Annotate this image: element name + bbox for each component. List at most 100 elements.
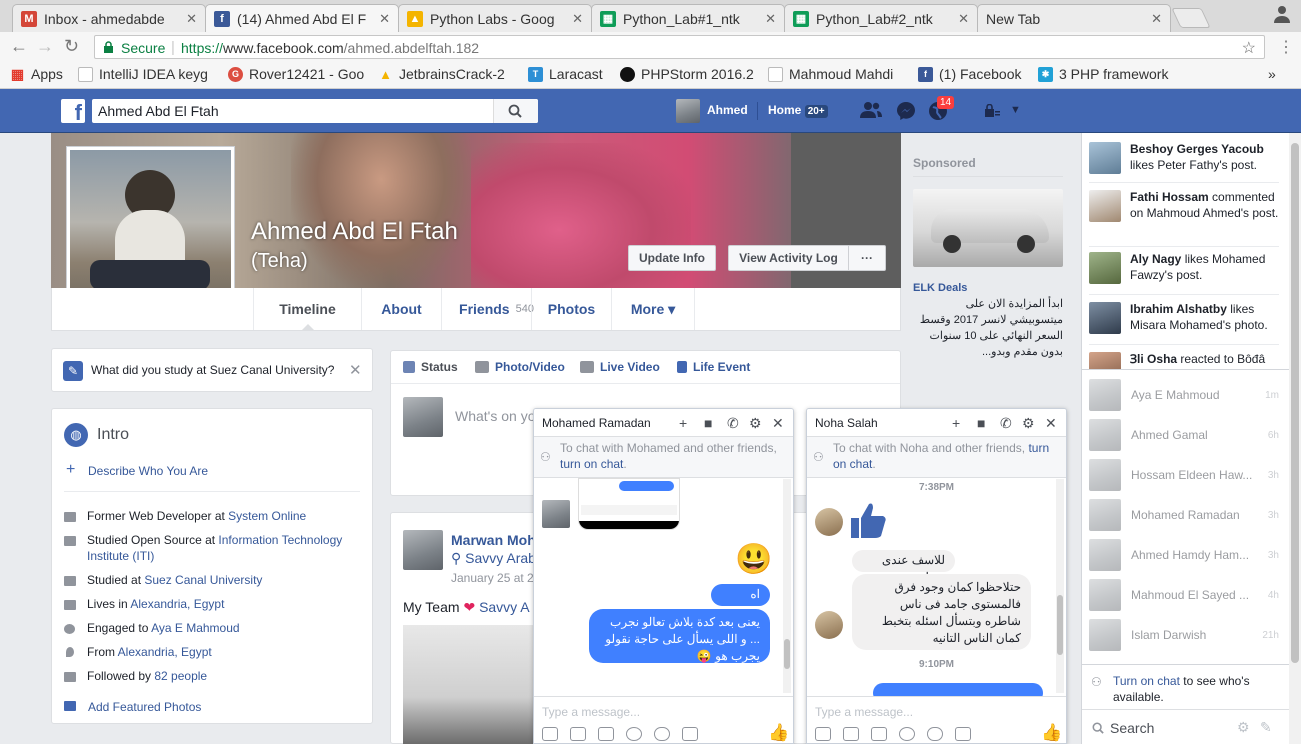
chat-search-bar[interactable]: Search ⚙ ✎ xyxy=(1082,709,1289,744)
ad-image[interactable] xyxy=(913,189,1063,267)
shared-screenshot[interactable] xyxy=(578,478,680,530)
close-tab-icon[interactable]: ✕ xyxy=(1151,11,1162,27)
bookmark-apps[interactable]: ▦ Apps xyxy=(10,66,70,82)
gear-icon[interactable]: ⚙ xyxy=(1237,719,1250,736)
url-text[interactable]: https://www.facebook.com/ahmed.abdelftah… xyxy=(181,40,479,56)
compose-icon[interactable]: ✎ xyxy=(1260,719,1272,736)
tab-facebook[interactable]: f (14) Ahmed Abd El F ✕ xyxy=(205,4,399,32)
emoji-icon[interactable] xyxy=(899,727,915,741)
describe-link[interactable]: Describe Who You Are xyxy=(88,464,208,478)
bookmark-star-icon[interactable]: ☆ xyxy=(1242,38,1256,58)
intro-link[interactable]: Aya E Mahmoud xyxy=(151,621,240,635)
camera-icon[interactable] xyxy=(682,727,698,741)
ad-advertiser[interactable]: ELK Deals xyxy=(913,282,1063,294)
tab-about[interactable]: About xyxy=(361,288,441,330)
tab-gmail[interactable]: M Inbox - ahmedabde ✕ xyxy=(12,4,206,32)
gear-icon[interactable]: ⚙ xyxy=(1022,415,1035,432)
new-tab-button[interactable] xyxy=(1171,8,1211,28)
ticker-item[interactable]: Ɜli Osha reacted to Bôđâ xyxy=(1089,351,1279,369)
bookmarks-overflow[interactable]: » xyxy=(1268,66,1276,82)
browser-user-icon[interactable] xyxy=(1270,2,1294,26)
tab-photos[interactable]: Photos xyxy=(531,288,611,330)
close-tab-icon[interactable]: ✕ xyxy=(765,11,776,27)
ad-text[interactable]: ابدأ المزايدة الان على ميتسوبيشي لانسر 2… xyxy=(913,296,1063,360)
close-tab-icon[interactable]: ✕ xyxy=(958,11,969,27)
composer-input[interactable]: What's on yo xyxy=(455,408,536,424)
avatar[interactable] xyxy=(403,530,443,570)
composer-tab-status[interactable]: Status xyxy=(403,360,458,374)
tab-python-lab-1[interactable]: ▦ Python_Lab#1_ntk ✕ xyxy=(591,4,785,32)
intro-link[interactable]: Suez Canal University xyxy=(144,573,262,587)
facebook-logo-icon[interactable]: f xyxy=(61,99,85,125)
post-location[interactable]: ⚲ Savvy Arab xyxy=(451,550,536,567)
message-input[interactable]: Type a message... xyxy=(815,705,913,719)
contact-item[interactable]: Mohamed Ramadan 3h xyxy=(1089,499,1279,531)
message-input[interactable]: Type a message... xyxy=(542,705,640,719)
phone-icon[interactable]: ✆ xyxy=(727,415,739,432)
more-options-button[interactable]: ··· xyxy=(848,245,886,271)
intro-link[interactable]: 82 people xyxy=(154,669,207,683)
study-prompt-text[interactable]: What did you study at Suez Canal Univers… xyxy=(91,363,334,377)
contact-item[interactable]: Ahmed Hamdy Ham... 3h xyxy=(1089,539,1279,571)
sticker-icon[interactable] xyxy=(843,727,859,741)
turn-on-chat-link[interactable]: turn on chat xyxy=(560,457,623,471)
close-tab-icon[interactable]: ✕ xyxy=(572,11,583,27)
photo-icon[interactable] xyxy=(542,727,558,741)
ticker-item[interactable]: Ibrahim Alshatby likes Misara Mohamed's … xyxy=(1089,301,1279,334)
intro-link[interactable]: Alexandria, Egypt xyxy=(118,645,212,659)
profile-name[interactable]: Ahmed Abd El Ftah xyxy=(251,218,458,246)
add-person-icon[interactable]: + xyxy=(679,415,687,431)
message-bubble[interactable]: يعنى بعد كدة بلاش تعالو نجرب ... و اللى … xyxy=(589,609,770,663)
message-bubble[interactable]: للاسف عندى شغل xyxy=(852,550,955,584)
contact-item[interactable]: Hossam Eldeen Haw... 3h xyxy=(1089,459,1279,491)
attach-icon[interactable] xyxy=(654,727,670,741)
message-bubble[interactable]: اه فهمت xyxy=(711,584,770,618)
contact-item[interactable]: Aya E Mahmoud 1m xyxy=(1089,379,1279,411)
message-bubble-partial[interactable] xyxy=(873,683,1043,696)
gif-icon[interactable] xyxy=(598,727,614,741)
scrollbar-thumb[interactable] xyxy=(784,639,790,669)
scrollbar-thumb[interactable] xyxy=(1057,595,1063,655)
intro-link[interactable]: Alexandria, Egypt xyxy=(130,597,224,611)
contact-item[interactable]: Ahmed Gamal 6h xyxy=(1089,419,1279,451)
contact-item[interactable]: Islam Darwish 21h xyxy=(1089,619,1279,651)
chat-scrollbar[interactable] xyxy=(1056,479,1064,693)
bookmark-facebook[interactable]: f (1) Facebook xyxy=(918,66,1028,82)
add-featured-photos-link[interactable]: Add Featured Photos xyxy=(88,700,201,714)
scrollbar-thumb[interactable] xyxy=(1291,143,1299,663)
contact-item[interactable]: Mahmoud El Sayed ... 4h xyxy=(1089,579,1279,611)
chat-header[interactable]: Mohamed Ramadan + ■ ✆ ⚙ ✕ xyxy=(534,409,793,437)
ticker-item[interactable]: Aly Nagy likes Mohamed Fawzy's post. xyxy=(1089,251,1279,284)
like-thumb-icon[interactable]: 👍 xyxy=(1041,723,1062,743)
close-tab-icon[interactable]: ✕ xyxy=(379,11,390,27)
bookmark-laracast[interactable]: T Laracast xyxy=(528,66,610,82)
like-thumb-icon[interactable]: 👍 xyxy=(768,723,789,743)
emoji-icon[interactable] xyxy=(626,727,642,741)
reload-icon[interactable]: ↻ xyxy=(64,36,79,57)
avatar[interactable] xyxy=(676,99,700,123)
chat-search-input[interactable]: Search xyxy=(1110,720,1154,736)
tab-timeline[interactable]: Timeline xyxy=(253,288,361,330)
tab-python-labs[interactable]: ▲ Python Labs - Goog ✕ xyxy=(398,4,592,32)
update-info-button[interactable]: Update Info xyxy=(628,245,716,271)
gif-icon[interactable] xyxy=(871,727,887,741)
gear-icon[interactable]: ⚙ xyxy=(749,415,762,432)
close-tab-icon[interactable]: ✕ xyxy=(186,11,197,27)
turn-on-chat-link[interactable]: Turn on chat xyxy=(1113,674,1180,688)
tab-new-tab[interactable]: New Tab ✕ xyxy=(977,4,1171,32)
message-bubble[interactable]: حتلاحظوا كمان وجود فرق فالمستوى جامد فى … xyxy=(852,574,1031,650)
tab-python-lab-2[interactable]: ▦ Python_Lab#2_ntk ✕ xyxy=(784,4,978,32)
close-icon[interactable]: ✕ xyxy=(772,415,784,432)
camera-icon[interactable] xyxy=(955,727,971,741)
add-person-icon[interactable]: + xyxy=(952,415,960,431)
close-icon[interactable]: ✕ xyxy=(349,361,362,379)
video-call-icon[interactable]: ■ xyxy=(704,415,712,431)
menu-dots-icon[interactable]: ⋮ xyxy=(1278,37,1294,57)
close-icon[interactable]: ✕ xyxy=(1045,415,1057,432)
chat-name[interactable]: Noha Salah xyxy=(815,416,878,430)
sticker-icon[interactable] xyxy=(570,727,586,741)
account-menu-chevron-icon[interactable]: ▼ xyxy=(1010,104,1021,116)
ticker-item[interactable]: Fathi Hossam commented on Mahmoud Ahmed'… xyxy=(1089,189,1279,222)
chat-header[interactable]: Noha Salah + ■ ✆ ⚙ ✕ xyxy=(807,409,1066,437)
nav-profile-link[interactable]: Ahmed xyxy=(707,103,748,117)
